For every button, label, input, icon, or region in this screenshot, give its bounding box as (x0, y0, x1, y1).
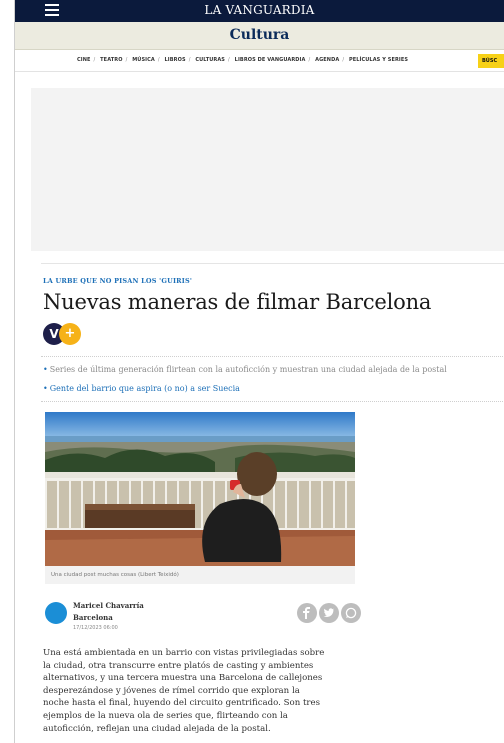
ad-placeholder (31, 88, 504, 251)
nav-separator: / (308, 57, 311, 63)
author-city: Barcelona (73, 613, 113, 622)
body-line: autoficción, reflejan una ciudad alejada… (43, 723, 271, 734)
photo-illustration (45, 412, 355, 566)
nav-separator: / (228, 57, 230, 63)
body-line: Una está ambientada en un barrio con vis… (43, 648, 325, 658)
nav-item-musica[interactable]: MÚSICA (132, 57, 155, 63)
nav-item-culturas[interactable]: CULTURAS (195, 57, 225, 63)
top-bar: LA VANGUARDIA (15, 0, 504, 22)
body-line: desperezándose y jóvenes de rímel corrid… (43, 685, 300, 696)
nav-separator: / (125, 57, 128, 63)
search-badge[interactable]: BÚSC (478, 54, 504, 68)
body-line: noche hasta el final, huyendo del circui… (43, 698, 321, 709)
nav-separator: / (157, 57, 160, 63)
nav-item-agenda[interactable]: AGENDA (315, 57, 339, 63)
vplus-badge[interactable]: V + (43, 323, 89, 345)
body-line: ejemplos de la nueva ola de series que, … (43, 710, 288, 721)
article-body: Una está ambientada en un barrio con vis… (43, 647, 363, 735)
article-photo[interactable] (45, 412, 355, 566)
nav-item-libros-de-vanguardia[interactable]: LIBROS DE VANGUARDIA (235, 57, 306, 63)
vplus-plus-icon: + (59, 323, 81, 345)
author-block: Maricel Chavarría Barcelona 17/12/2023 0… (45, 600, 361, 634)
nav-separator: / (93, 57, 96, 63)
page-frame: LA VANGUARDIA Cultura CINE / TEATRO / MÚSI… (14, 0, 504, 743)
publish-date: 17/12/2023 06:00 (73, 625, 118, 631)
whatsapp-share-icon[interactable] (341, 603, 361, 623)
nav-item-cine[interactable]: CINE (77, 57, 91, 63)
avatar[interactable] (45, 602, 67, 624)
body-line: alternativos, y una tercera muestra una … (43, 673, 323, 684)
bullet-icon: • (43, 365, 48, 374)
related-link-2[interactable]: • Gente del barrio que aspira (o no) a se… (43, 384, 240, 393)
related-link-label: Gente del barrio que aspira (o no) a ser… (49, 384, 240, 393)
bullet-icon: • (43, 384, 48, 393)
facebook-share-icon[interactable] (297, 603, 317, 623)
divider (41, 263, 504, 264)
article-headline: Nuevas maneras de filmar Barcelona (43, 290, 432, 314)
nav-item-libros[interactable]: LIBROS (165, 57, 186, 63)
related-link-label: Series de última generación flirtean con… (49, 365, 447, 374)
divider (41, 401, 504, 402)
section-header: Cultura (15, 22, 504, 50)
twitter-share-icon[interactable] (319, 603, 339, 623)
photo-caption: Una ciudad post muchas cosas (Libert Tei… (45, 566, 355, 584)
body-line: la ciudad, otra transcurre entre platós … (43, 660, 314, 671)
nav-separator: / (342, 57, 345, 63)
section-title[interactable]: Cultura (230, 27, 290, 43)
divider (41, 356, 504, 357)
site-logo[interactable]: LA VANGUARDIA (15, 3, 504, 17)
article-kicker: LA URBE QUE NO PISAN LOS 'GUIRIS' (43, 277, 193, 285)
related-link-1[interactable]: • Series de última generación flirtean co… (43, 365, 447, 374)
nav-separator: / (188, 57, 191, 63)
section-subnav: CINE / TEATRO / MÚSICA / LIBROS / CULTURAS / … (15, 50, 504, 72)
nav-item-peliculas-y-series[interactable]: PELÍCULAS Y SERIES (349, 57, 408, 63)
nav-item-teatro[interactable]: TEATRO (100, 57, 122, 63)
author-name[interactable]: Maricel Chavarría (73, 601, 144, 610)
